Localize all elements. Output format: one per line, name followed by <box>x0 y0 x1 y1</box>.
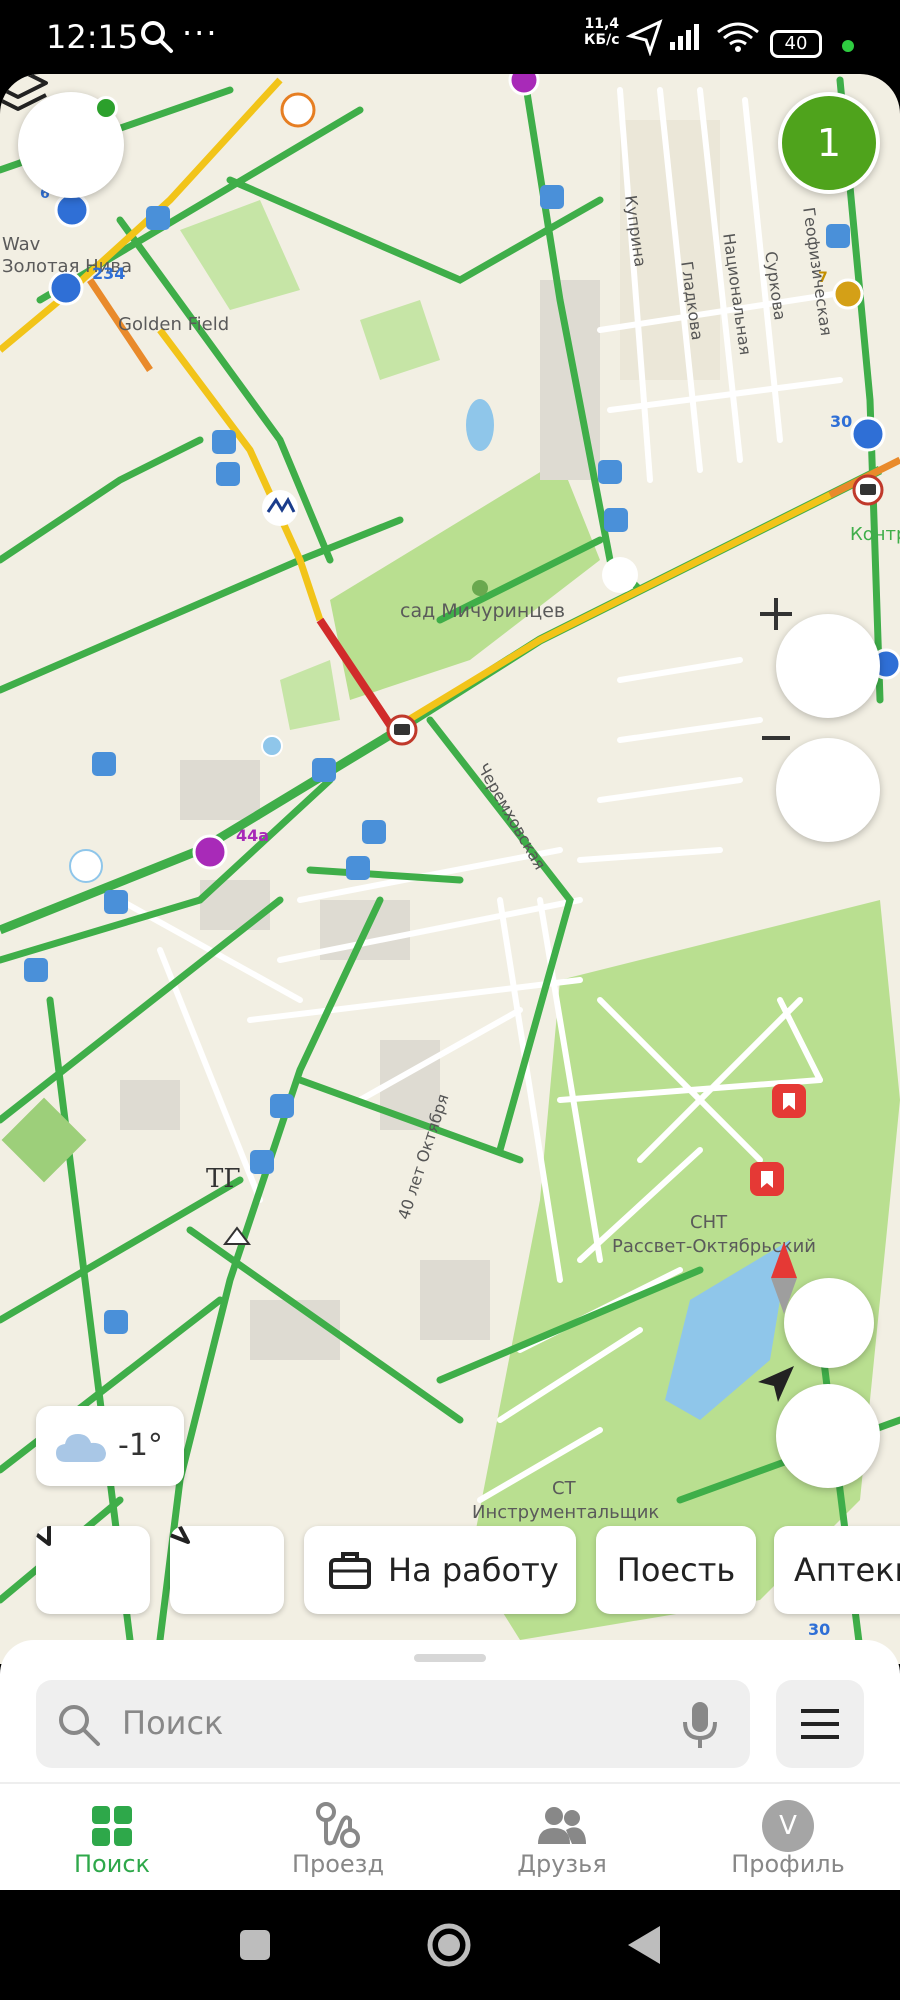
search-input[interactable]: Поиск <box>122 1704 223 1742</box>
label-tg: ТГ <box>206 1164 241 1194</box>
battery-icon: 40 <box>770 30 822 58</box>
label-route-44a: 44а <box>236 826 270 845</box>
avatar: V <box>762 1800 814 1852</box>
status-time: 12:15 <box>46 18 139 56</box>
cloud-icon <box>56 1434 106 1462</box>
label-st: СТ <box>552 1478 576 1499</box>
label-waw: Wav <box>2 234 41 255</box>
system-navigation-bar <box>0 1890 900 2000</box>
navigator-icon <box>170 1526 190 1544</box>
bookmark-icon <box>36 1526 51 1546</box>
search-icon <box>59 1705 100 1746</box>
label-route-30b: 30 <box>808 1620 831 1639</box>
status-bar: 12:15 ··· 11,4 КБ/с 40 <box>0 0 900 74</box>
label-golden-field: Golden Field <box>118 314 230 335</box>
nav-route-label: Проезд <box>291 1850 385 1878</box>
label-st-name: Инструментальщик <box>472 1502 660 1523</box>
nav-friends[interactable]: Друзья <box>472 1800 652 1890</box>
back-icon[interactable] <box>626 1924 662 1966</box>
nav-search-label: Поиск <box>73 1850 151 1878</box>
wifi-icon <box>717 22 759 46</box>
zoom-out-button[interactable] <box>762 736 880 842</box>
nav-profile-label: Профиль <box>731 1850 845 1878</box>
label-route-234: 234 <box>92 264 126 283</box>
hamburger-icon <box>801 1709 839 1739</box>
bookmarks-chip[interactable] <box>36 1526 150 1614</box>
bookmark-marker <box>772 1084 806 1118</box>
privacy-dot <box>842 40 854 52</box>
recents-icon[interactable] <box>238 1928 272 1962</box>
weather-widget[interactable]: -1° <box>36 1406 184 1486</box>
weather-temperature: -1° <box>118 1428 163 1463</box>
search-icon <box>141 21 173 53</box>
plus-icon <box>760 598 792 630</box>
compass-button[interactable] <box>771 1242 874 1368</box>
more-icon: ··· <box>182 14 219 52</box>
grid-icon <box>92 1806 132 1846</box>
compass-icon <box>771 1242 797 1314</box>
divider <box>0 1782 900 1784</box>
sheet-handle[interactable] <box>414 1654 486 1662</box>
label-snt: СНТ <box>690 1212 728 1233</box>
friends-icon <box>538 1807 586 1844</box>
nav-route[interactable]: Проезд <box>248 1800 428 1890</box>
map-view[interactable]: Wav Золотая Нива Golden Field сад Мичури… <box>0 74 900 1664</box>
signal-icon <box>670 24 699 50</box>
route-count-badge[interactable]: 1 <box>778 92 880 194</box>
layers-status-dot <box>94 96 118 120</box>
to-work-chip[interactable]: На работу <box>304 1526 576 1614</box>
quick-chips: На работу Поесть Аптеки <box>0 1526 900 1618</box>
microphone-icon[interactable] <box>682 1700 718 1750</box>
nav-friends-label: Друзья <box>517 1850 607 1878</box>
zoom-in-button[interactable] <box>760 598 880 718</box>
label-route-30: 30 <box>830 412 853 431</box>
label-kontr: Контр <box>850 524 900 545</box>
layers-button[interactable] <box>0 74 124 198</box>
location-arrow-icon <box>626 19 663 56</box>
navigator-chip[interactable] <box>170 1526 284 1614</box>
to-work-label: На работу <box>388 1551 559 1589</box>
route-icon <box>316 1802 360 1848</box>
label-sad-michurintsev: сад Мичуринцев <box>400 600 566 622</box>
eat-chip[interactable]: Поесть <box>596 1526 756 1614</box>
camera-marker <box>386 714 418 746</box>
pharmacies-chip[interactable]: Аптеки <box>774 1526 900 1614</box>
nav-search[interactable]: Поиск <box>22 1800 202 1890</box>
location-arrow-icon <box>758 1366 794 1402</box>
network-speed: 11,4 КБ/с <box>584 16 620 48</box>
layers-icon <box>0 74 48 111</box>
briefcase-icon <box>329 1552 371 1589</box>
home-icon[interactable] <box>426 1922 472 1968</box>
search-bar[interactable]: Поиск <box>36 1680 750 1768</box>
bottom-sheet: Поиск Поиск Проезд Друзья V Профиль <box>0 1640 900 1890</box>
nav-profile[interactable]: V Профиль <box>698 1800 878 1890</box>
my-location-button[interactable] <box>758 1366 880 1488</box>
bookmark-marker <box>750 1162 784 1196</box>
camera-marker <box>852 474 884 506</box>
minus-icon <box>762 736 790 740</box>
menu-button[interactable] <box>776 1680 864 1768</box>
